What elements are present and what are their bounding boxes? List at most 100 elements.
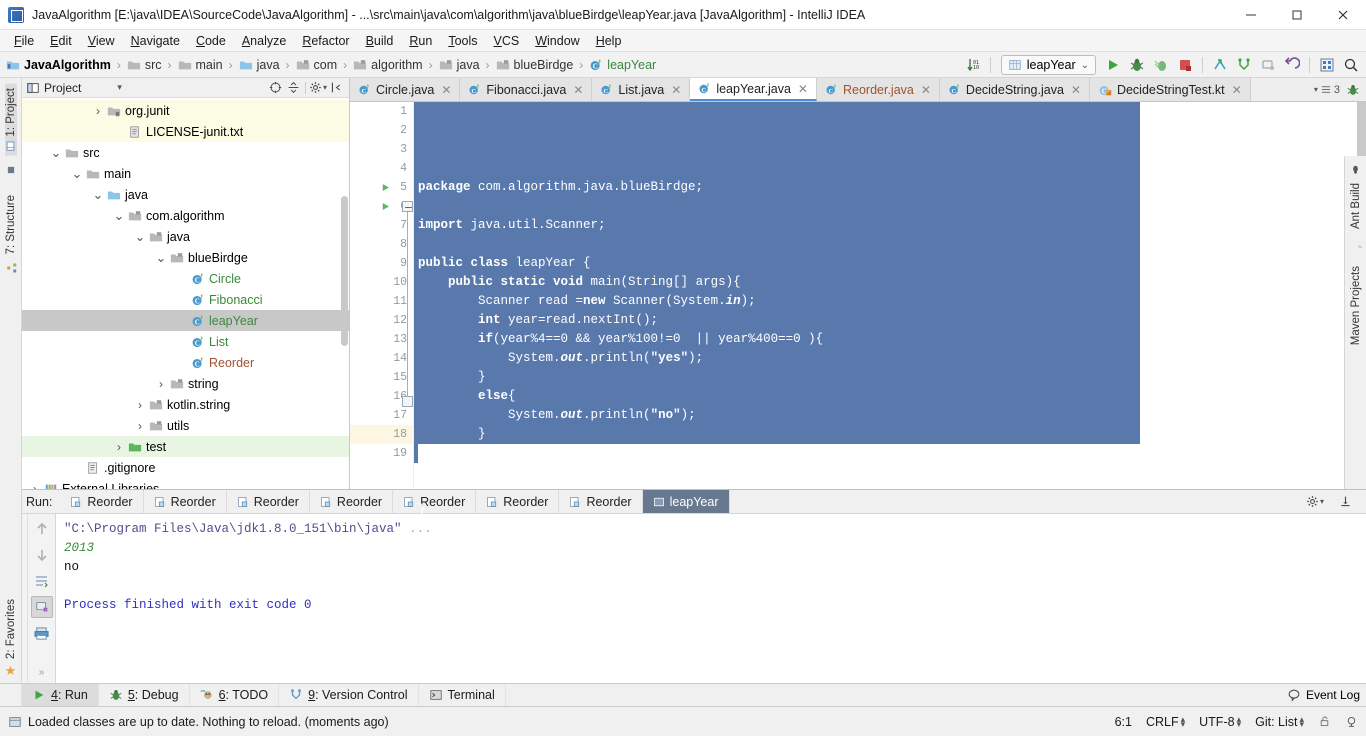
expand-all-button[interactable] [284, 79, 302, 97]
chevron-down-icon[interactable]: ⌄ [154, 250, 168, 266]
gutter-line-5[interactable]: 5 [350, 178, 413, 197]
menu-item-help[interactable]: Help [588, 32, 630, 50]
tree-node-main[interactable]: ⌄ main [22, 163, 349, 184]
event-log-button[interactable]: Event Log [1287, 688, 1360, 702]
run-tab-reorder-1[interactable]: Reorder [143, 490, 227, 513]
gutter-line-3[interactable]: 3 [350, 140, 413, 159]
gutter-line-19[interactable]: 19 [350, 444, 413, 463]
close-icon[interactable]: ✕ [1071, 83, 1081, 97]
breadcrumb-item-main[interactable]: main [178, 58, 223, 72]
stop-button[interactable] [1174, 54, 1196, 76]
chevron-right-icon[interactable]: › [154, 377, 168, 391]
menu-item-window[interactable]: Window [527, 32, 587, 50]
chevron-down-icon[interactable]: ⌄ [91, 187, 105, 203]
menu-item-analyze[interactable]: Analyze [234, 32, 294, 50]
tree-node-bluebirdge[interactable]: ⌄ blueBirdge [22, 247, 349, 268]
gutter-line-11[interactable]: 11 [350, 292, 413, 311]
search-icon[interactable] [1340, 54, 1362, 76]
minimize-button[interactable] [1228, 0, 1274, 30]
close-button[interactable] [1320, 0, 1366, 30]
arrow-up-icon[interactable] [31, 518, 53, 540]
tree-node-java[interactable]: ⌄ java [22, 184, 349, 205]
vcs-rollback-icon[interactable] [1281, 54, 1303, 76]
gutter-line-14[interactable]: 14 [350, 349, 413, 368]
encoding-widget[interactable]: UTF-8 ▴ ▾ [1199, 714, 1241, 729]
chevron-down-icon[interactable]: ⌄ [133, 229, 147, 245]
vcs-commit-icon[interactable] [1233, 54, 1255, 76]
tree-node-utils[interactable]: › utils [22, 415, 349, 436]
close-icon[interactable]: ✕ [671, 83, 681, 97]
tree-node-test[interactable]: › test [22, 436, 349, 457]
editor-tab-decidestringtest-kt[interactable]: C DecideStringTest.kt ✕ [1089, 78, 1251, 101]
chevron-right-icon[interactable]: › [112, 440, 126, 454]
gutter-line-18[interactable]: 18 [350, 425, 413, 444]
editor-tab-list-java[interactable]: C List.java ✕ [592, 78, 691, 101]
breadcrumb-item-com[interactable]: com [296, 58, 337, 72]
gutter-line-12[interactable]: 12 [350, 311, 413, 330]
close-icon[interactable]: ✕ [921, 83, 931, 97]
tree-node-string[interactable]: › string [22, 373, 349, 394]
menu-item-edit[interactable]: Edit [42, 32, 80, 50]
editor-tab-fibonacci-java[interactable]: C Fibonacci.java ✕ [460, 78, 593, 101]
collapse-all-button[interactable] [266, 79, 284, 97]
breadcrumb-item-javaalgorithm[interactable]: JavaAlgorithm [6, 58, 111, 72]
tree-node--gitignore[interactable]: .gitignore [22, 457, 349, 478]
breadcrumb-item-java[interactable]: java [439, 58, 480, 72]
gutter-line-13[interactable]: 13 [350, 330, 413, 349]
sidebar-item-structure[interactable]: 7: Structure [5, 191, 17, 258]
breadcrumb-item-src[interactable]: src [127, 58, 162, 72]
console-output[interactable]: "C:\Program Files\Java\jdk1.8.0_151\bin\… [56, 514, 1366, 683]
gutter-line-15[interactable]: 15 [350, 368, 413, 387]
breadcrumb-item-algorithm[interactable]: algorithm [353, 58, 423, 72]
close-icon[interactable]: ✕ [1232, 83, 1242, 97]
tool-window-button-5-debug[interactable]: 5: Debug [99, 684, 190, 706]
editor-tab-reorder-java[interactable]: C Reorder.java ✕ [816, 78, 940, 101]
sidebar-item-project[interactable]: 1: Project [4, 84, 17, 156]
chevron-down-icon[interactable]: ⌄ [112, 208, 126, 224]
database-button[interactable] [1316, 54, 1338, 76]
breadcrumb-item-leapyear[interactable]: CleapYear [589, 58, 656, 72]
chevron-right-icon[interactable]: › [91, 104, 105, 118]
bug-icon[interactable] [1346, 83, 1360, 97]
gutter-line-8[interactable]: 8 [350, 235, 413, 254]
close-icon[interactable]: ✕ [798, 82, 808, 96]
tree-node-java[interactable]: ⌄ java [22, 226, 349, 247]
tool-window-button-terminal[interactable]: Terminal [419, 684, 506, 706]
git-branch-widget[interactable]: Git: List ▴ ▾ [1255, 714, 1304, 729]
run-configuration-selector[interactable]: leapYear ⌄ [1000, 55, 1096, 75]
run-gutter-icon[interactable] [380, 178, 391, 197]
tree-node-reorder[interactable]: C Reorder [22, 352, 349, 373]
chevron-down-icon[interactable]: ⌄ [70, 166, 84, 182]
tool-window-button-9-version-control[interactable]: 9: Version Control [279, 684, 419, 706]
gutter-line-17[interactable]: 17 [350, 406, 413, 425]
editor-tab-decidestring-java[interactable]: C DecideString.java ✕ [939, 78, 1090, 101]
menu-item-build[interactable]: Build [358, 32, 402, 50]
inspections-icon[interactable]: ▾ 3 [1314, 84, 1340, 96]
gutter-line-9[interactable]: 9 [350, 254, 413, 273]
chevron-down-icon[interactable]: ▾ [117, 82, 122, 93]
maximize-button[interactable] [1274, 0, 1320, 30]
run-coverage-button[interactable] [1150, 54, 1172, 76]
expand-right-button[interactable]: » [31, 661, 53, 683]
editor-tab-leapyear-java[interactable]: CleapYear.java ✕ [690, 78, 817, 101]
breadcrumb-item-bluebirdge[interactable]: blueBirdge [496, 58, 573, 72]
gutter-line-6[interactable]: 6 [350, 197, 413, 216]
gutter-line-10[interactable]: 10 [350, 273, 413, 292]
line-separator-widget[interactable]: CRLF ▴ ▾ [1146, 714, 1185, 729]
menu-item-navigate[interactable]: Navigate [123, 32, 188, 50]
close-icon[interactable]: ✕ [573, 83, 583, 97]
gear-icon[interactable]: ▾ [309, 79, 327, 97]
run-button[interactable] [1102, 54, 1124, 76]
tree-node-com-algorithm[interactable]: ⌄ com.algorithm [22, 205, 349, 226]
tree-node-kotlin-string[interactable]: › kotlin.string [22, 394, 349, 415]
tree-node-license-junit-txt[interactable]: LICENSE-junit.txt [22, 121, 349, 142]
arrow-down-icon[interactable] [31, 544, 53, 566]
close-icon[interactable]: ✕ [441, 83, 451, 97]
editor-tab-circle-java[interactable]: C Circle.java ✕ [350, 78, 461, 101]
gutter-line-2[interactable]: 2 [350, 121, 413, 140]
run-tab-reorder-2[interactable]: Reorder [226, 490, 310, 513]
vcs-update-icon[interactable] [1209, 54, 1231, 76]
tree-node-list[interactable]: C List [22, 331, 349, 352]
wrap-icon[interactable] [31, 570, 53, 592]
tool-window-button-4-run[interactable]: 4: Run [22, 684, 99, 706]
